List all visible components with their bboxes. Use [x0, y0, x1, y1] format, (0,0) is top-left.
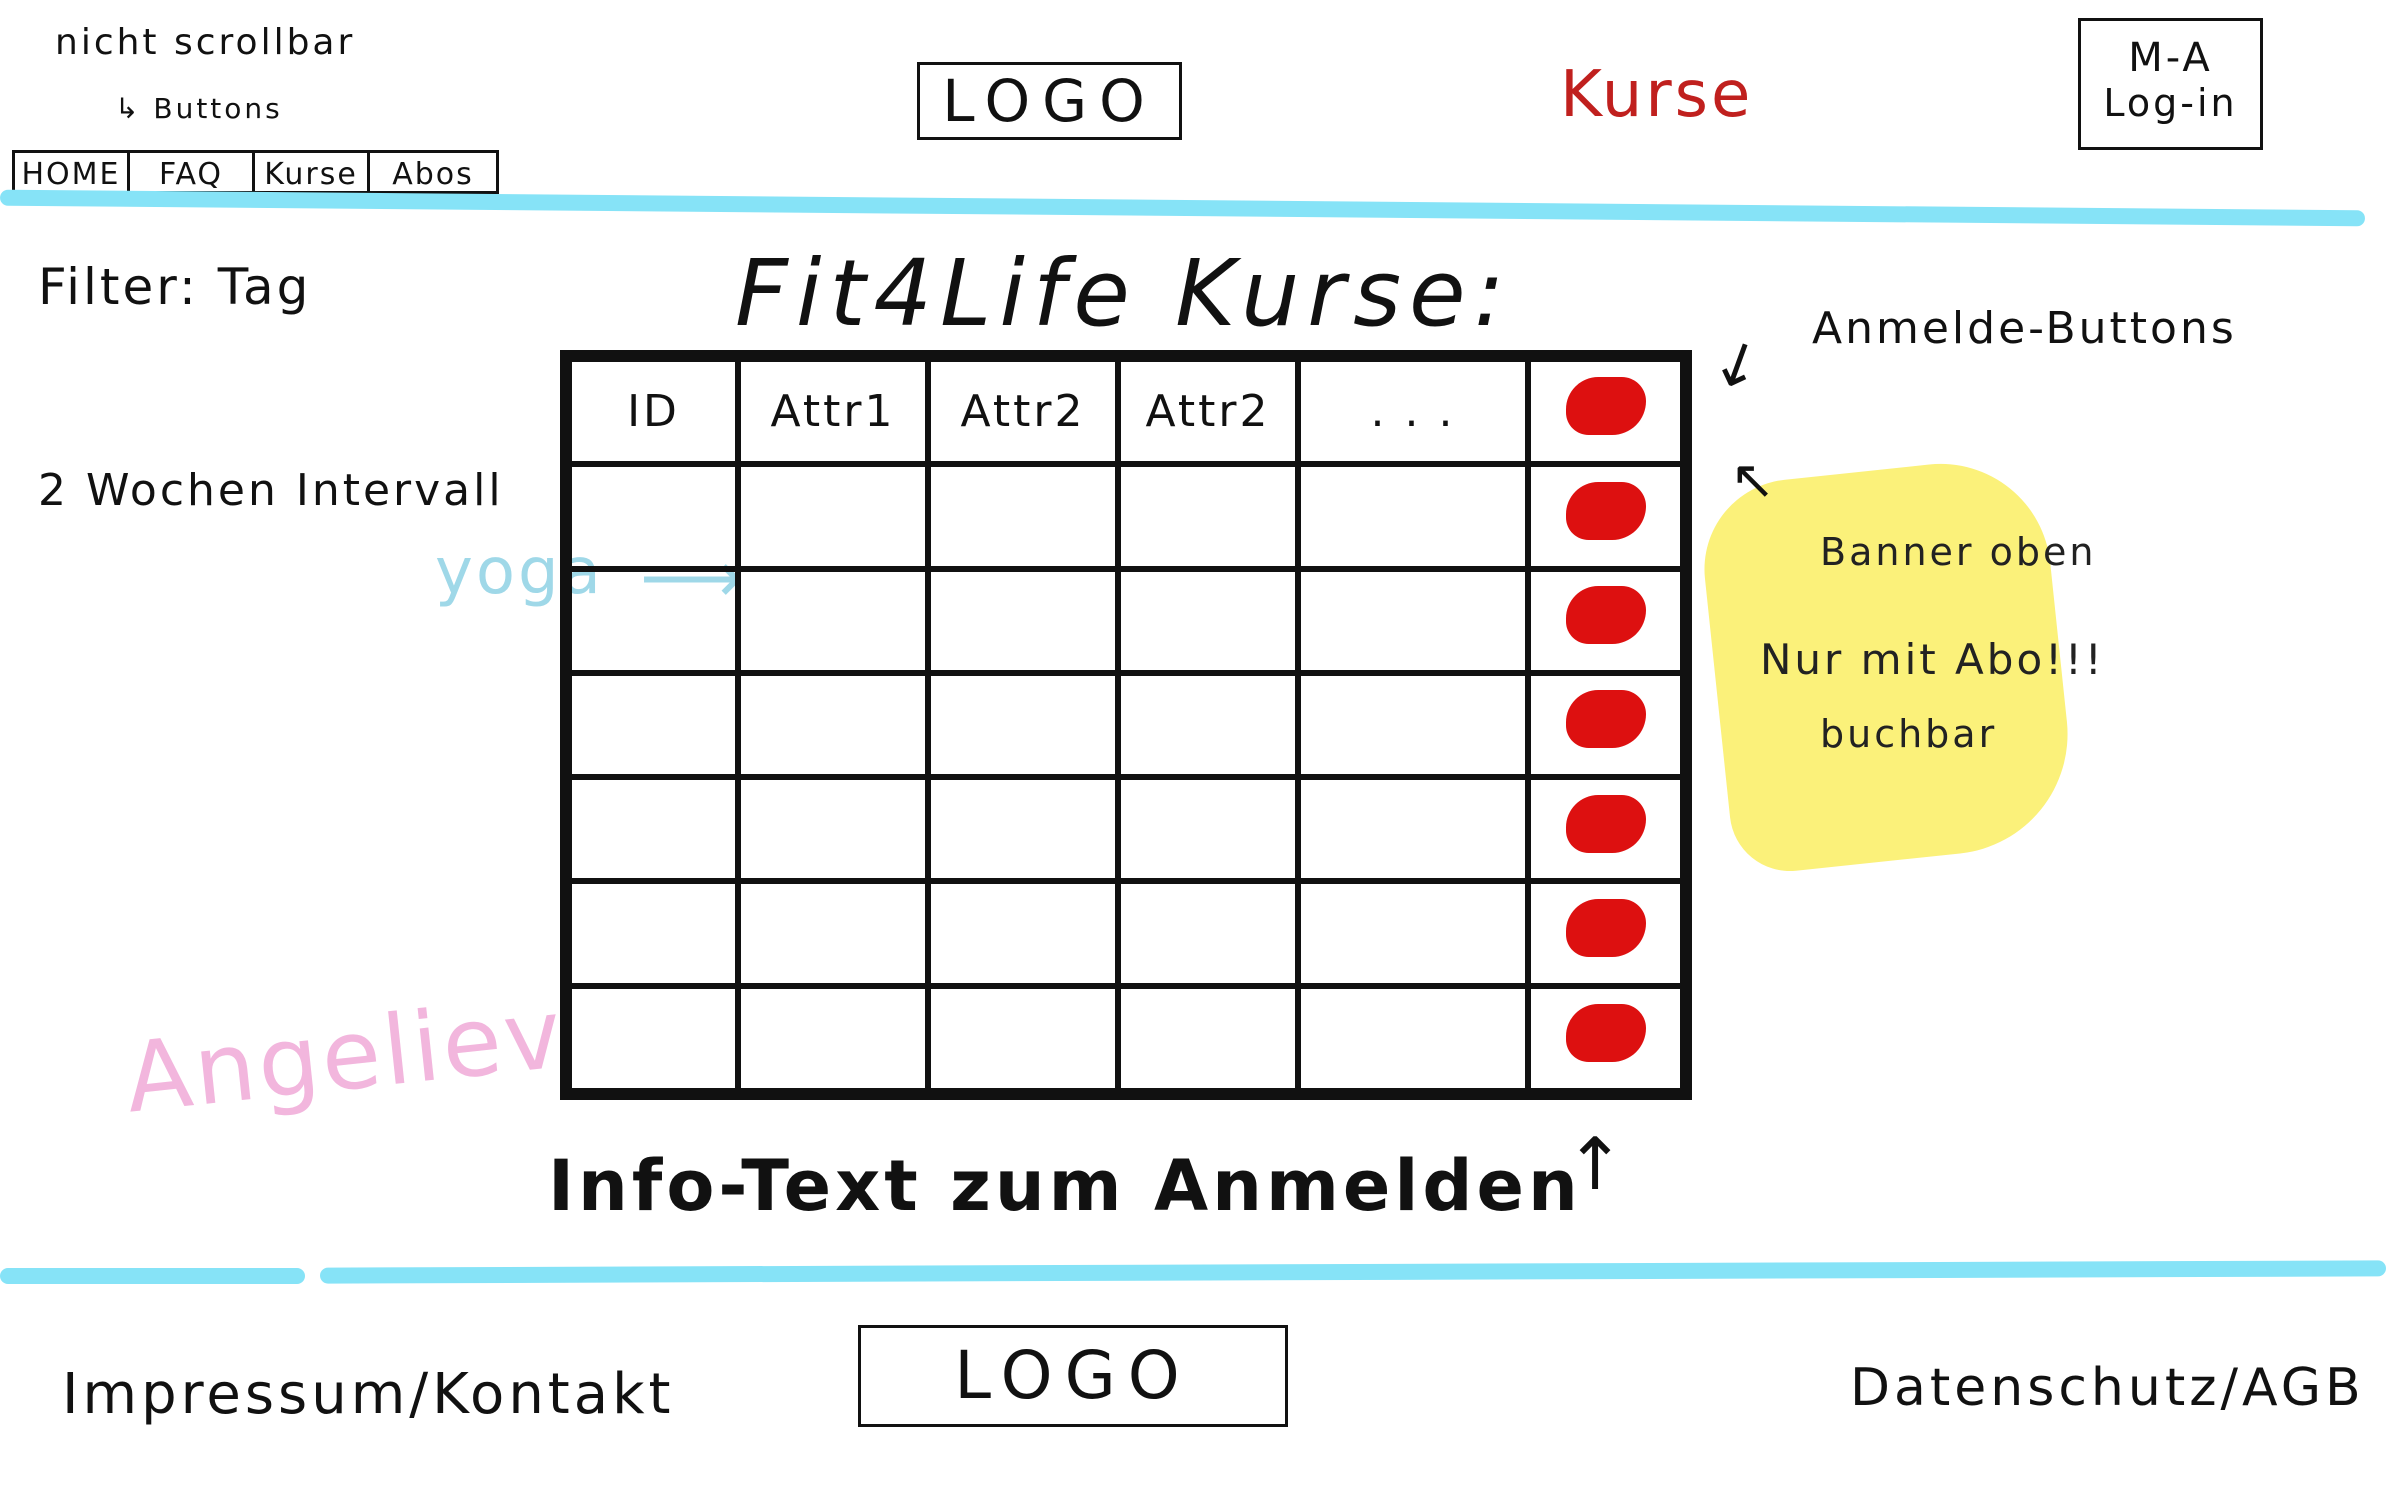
- register-button[interactable]: [1565, 898, 1646, 957]
- note-not-scrollable: nicht scrollbar: [55, 22, 356, 63]
- table-header-row: ID Attr1 Attr2 Attr2 . . .: [563, 352, 1689, 468]
- table-row: [563, 565, 1689, 676]
- col-header-id: ID: [563, 352, 741, 468]
- banner-line-1: Banner oben: [1820, 530, 2097, 574]
- table-row: [563, 878, 1689, 989]
- nav-faq-button[interactable]: FAQ: [127, 150, 255, 194]
- register-button[interactable]: [1565, 586, 1646, 645]
- table-row: [563, 669, 1689, 781]
- footer-divider-right: [319, 1260, 2386, 1284]
- arrow-left-icon: ↙: [1699, 320, 1775, 406]
- register-button[interactable]: [1565, 794, 1646, 853]
- nav-abos-button[interactable]: Abos: [367, 150, 499, 194]
- arrow-up-icon: ↑: [1565, 1122, 1626, 1206]
- register-button[interactable]: [1565, 1003, 1646, 1062]
- header-logo[interactable]: LOGO: [917, 62, 1182, 140]
- col-header-attr2: Attr2: [925, 352, 1121, 468]
- arrow-up-left-icon: ↖: [1730, 448, 1776, 511]
- impressum-link[interactable]: Impressum/Kontakt: [62, 1362, 674, 1427]
- table-row: [563, 774, 1689, 885]
- info-text: Info-Text zum Anmelden: [548, 1145, 1582, 1227]
- banner-line-2: Nur mit Abo!!!: [1760, 635, 2105, 684]
- col-header-attr1: Attr1: [735, 352, 931, 468]
- col-header-attr3: Attr2: [1115, 352, 1301, 468]
- datenschutz-link[interactable]: Datenschutz/AGB: [1850, 1358, 2365, 1418]
- table-row: [563, 982, 1689, 1098]
- filter-label[interactable]: Filter: Tag: [38, 258, 311, 316]
- header-divider: [0, 189, 2366, 227]
- col-header-more: . . .: [1295, 352, 1531, 468]
- signature: Angeliev: [120, 977, 570, 1135]
- register-button[interactable]: [1565, 482, 1646, 541]
- page-label: Kurse: [1560, 58, 1754, 132]
- footer-logo[interactable]: LOGO: [858, 1325, 1288, 1427]
- nav-home-button[interactable]: HOME: [12, 150, 130, 194]
- note-buttons: ↳ Buttons: [115, 92, 283, 125]
- register-button[interactable]: [1565, 690, 1646, 749]
- arrow-icon: ↳: [115, 92, 142, 125]
- banner-line-3: buchbar: [1820, 712, 1998, 756]
- course-table: ID Attr1 Attr2 Attr2 . . .: [560, 350, 1692, 1100]
- register-button[interactable]: [1565, 377, 1646, 436]
- col-header-register: [1525, 352, 1689, 468]
- login-label-1: M-A: [2128, 35, 2213, 81]
- footer-divider-left: [0, 1268, 305, 1284]
- login-button[interactable]: M-A Log-in: [2078, 18, 2263, 150]
- login-label-2: Log-in: [2103, 81, 2238, 125]
- table-row: [563, 461, 1689, 572]
- interval-label: 2 Wochen Intervall: [38, 465, 504, 516]
- annotation-register-buttons: Anmelde-Buttons: [1812, 303, 2237, 354]
- page-title: Fit4Life Kurse:: [735, 240, 1513, 347]
- nav-kurse-button[interactable]: Kurse: [252, 150, 370, 194]
